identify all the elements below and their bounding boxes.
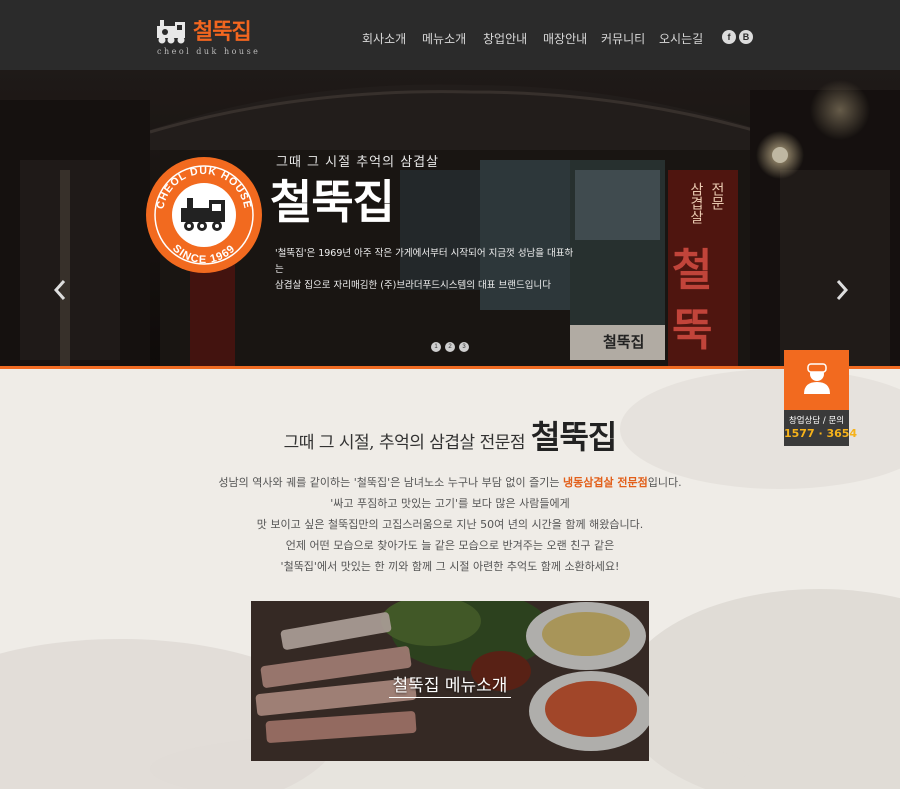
sign-text-samgyeopsal: 삼겹살 — [688, 182, 704, 224]
intro-line-4: 언제 어떤 모습으로 찾아가도 늘 같은 모습으로 반겨주는 오랜 친구 같은 — [285, 539, 615, 552]
nav-company[interactable]: 회사소개 — [362, 30, 406, 47]
consult-label: 창업상담 / 문의 — [788, 416, 845, 426]
consult-phone[interactable]: 1577 · 3654 — [784, 427, 857, 440]
intro-line-3: 맛 보이고 싶은 철뚝집만의 고집스러움으로 지난 50여 년의 시간을 함께 … — [256, 518, 644, 531]
menu-caption-underline — [389, 697, 511, 698]
nav-directions[interactable]: 오시는길 — [659, 30, 703, 47]
cheol-duk-house-badge: CHEOL DUK HOUSE SINCE 1969 — [146, 157, 262, 273]
intro-line-2: '싸고 푸짐하고 맛있는 고기'를 보다 많은 사람들에게 — [330, 497, 570, 510]
hero-slider: 삼겹살 전문 철 뚝 철뚝집 — [0, 70, 900, 366]
intro-highlight: 냉동삼겹살 전문점 — [562, 476, 648, 489]
menu-intro-banner[interactable]: 철뚝집 메뉴소개 — [251, 601, 649, 761]
slide-dot-3[interactable]: 3 — [459, 342, 469, 352]
hero-background-photo — [0, 70, 900, 366]
intro-line-5: '철뚝집'에서 맛있는 한 끼와 함께 그 시절 아련한 추억도 함께 소환하세… — [280, 560, 620, 573]
consultant-icon — [804, 363, 830, 394]
hero-desc-line-1: '철뚝집'은 1969년 아주 작은 가게에서부터 시작되어 지금껏 성남을 대… — [275, 248, 574, 275]
hero-title: 철뚝집 — [270, 175, 395, 229]
nav-franchise[interactable]: 창업안내 — [483, 30, 527, 47]
hero-desc-line-2: 삼겹살 집으로 자리매김한 (주)브라더푸드시스템의 대표 브랜드입니다 — [275, 280, 551, 291]
intro-paragraph: 성남의 역사와 궤를 같이하는 '철뚝집'은 남녀노소 누구나 부담 없이 즐기… — [150, 472, 750, 577]
prev-slide-arrow-icon[interactable] — [50, 275, 70, 305]
facebook-icon[interactable]: f — [722, 30, 736, 44]
top-header: 철뚝집 cheol duk house 회사소개 메뉴소개 창업안내 매장안내 … — [0, 0, 900, 70]
slide-dot-1[interactable]: 1 — [431, 342, 441, 352]
sign-store-name: 철뚝집 — [603, 333, 645, 351]
site-logo[interactable]: 철뚝집 cheol duk house — [155, 14, 258, 60]
section-title-small: 그때 그 시절, 추억의 삼겹살 전문점 — [283, 433, 526, 453]
section-title: 그때 그 시절, 추억의 삼겹살 전문점 철뚝집 — [0, 412, 900, 458]
train-icon — [157, 20, 185, 44]
consult-widget[interactable]: 창업상담 / 문의 1577 · 3654 — [784, 350, 857, 446]
section-title-brand: 철뚝집 — [531, 418, 617, 456]
intro-line-1-text: 성남의 역사와 궤를 같이하는 '철뚝집'은 남녀노소 누구나 부담 없이 즐기… — [218, 476, 563, 489]
next-slide-arrow-icon[interactable] — [832, 275, 852, 305]
nav-menu[interactable]: 메뉴소개 — [422, 30, 466, 47]
intro-line-1: 성남의 역사와 궤를 같이하는 '철뚝집'은 남녀노소 누구나 부담 없이 즐기… — [150, 472, 750, 493]
logo-subtext: cheol duk house — [157, 47, 261, 56]
nav-community[interactable]: 커뮤니티 — [601, 30, 645, 47]
blog-icon[interactable]: B — [739, 30, 753, 44]
sign-char-1: 철 — [672, 245, 713, 296]
nav-stores[interactable]: 매장안내 — [543, 30, 587, 47]
hero-description: '철뚝집'은 1969년 아주 작은 가게에서부터 시작되어 지금껏 성남을 대… — [275, 246, 575, 294]
sign-char-2: 뚝 — [672, 305, 713, 356]
slide-dot-2[interactable]: 2 — [445, 342, 455, 352]
menu-banner-caption[interactable]: 철뚝집 메뉴소개 — [251, 671, 649, 696]
sign-text-specialty: 전문 — [709, 182, 725, 210]
logo-text: 철뚝집 — [193, 19, 252, 45]
intro-line-1-end: 입니다. — [647, 476, 682, 489]
